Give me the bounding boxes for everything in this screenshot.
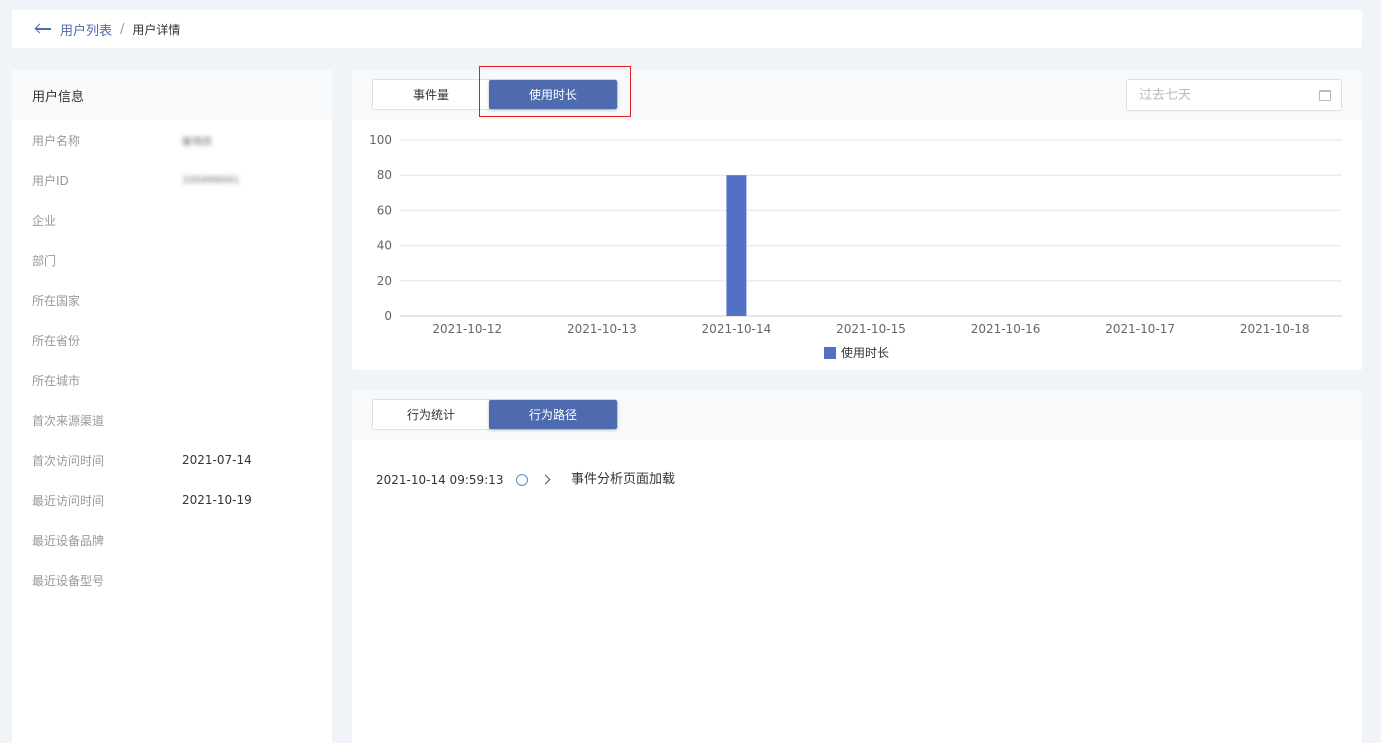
timeline-dot-icon — [516, 473, 528, 486]
user-info-label: 部门 — [32, 253, 57, 268]
breadcrumb-current: 用户详情 — [132, 22, 181, 37]
behavior-card-header: 行为统计 行为路径 — [352, 390, 1362, 440]
path-item: 2021-10-14 09:59:13 事件分析页面加载 — [376, 470, 675, 489]
tab-event-count[interactable]: 事件量 — [373, 80, 489, 109]
tab-behavior-stats[interactable]: 行为统计 — [373, 400, 489, 429]
chart-card: 事件量 使用时长 0 20 40 60 80 100 2021-10-12 2021-10-1… — [352, 70, 1362, 370]
user-info-label: 用户名称 — [32, 133, 81, 148]
date-range-input[interactable] — [1139, 87, 1309, 103]
user-info-row: 用户ID 105499041 — [12, 160, 332, 200]
breadcrumb-separator: / — [120, 21, 125, 37]
calendar-icon[interactable] — [1319, 90, 1331, 101]
user-info-value: 2021-10-19 — [182, 493, 252, 507]
legend-label: 使用时长 — [841, 345, 889, 360]
date-range-picker[interactable] — [1126, 79, 1342, 111]
user-info-value: 105499041 — [182, 174, 240, 186]
user-info-panel: 用户信息 用户名称 崔伟庆用户ID 105499041 企业部门所在国家所在省份所在城… — [12, 70, 332, 743]
path-item-time: 2021-10-14 09:59:13 — [376, 472, 504, 487]
x-tick-label: 2021-10-17 — [1105, 322, 1175, 336]
user-info-label: 企业 — [32, 213, 57, 228]
user-info-row: 最近设备品牌 — [12, 520, 332, 560]
y-tick-label: 20 — [377, 274, 392, 288]
user-info-label: 所在省份 — [32, 333, 81, 348]
user-info-row: 用户名称 崔伟庆 — [12, 120, 332, 160]
tab-behavior-path[interactable]: 行为路径 — [489, 400, 617, 429]
y-tick-label: 100 — [369, 133, 392, 147]
user-info-list: 用户名称 崔伟庆用户ID 105499041 企业部门所在国家所在省份所在城市首次来源… — [12, 120, 332, 600]
behavior-view-toggle: 行为统计 行为路径 — [372, 399, 618, 430]
user-info-row: 所在省份 — [12, 320, 332, 360]
y-tick-label: 60 — [377, 203, 392, 217]
chart-metric-toggle: 事件量 使用时长 — [372, 79, 618, 110]
user-info-value: 崔伟庆 — [182, 136, 212, 148]
user-info-row: 最近设备型号 — [12, 560, 332, 600]
behavior-card: 行为统计 行为路径 2021-10-14 09:59:13 事件分析页面加载 — [352, 390, 1362, 743]
y-tick-label: 80 — [377, 168, 392, 182]
user-info-label: 首次访问时间 — [32, 453, 105, 468]
x-tick-label: 2021-10-12 — [432, 322, 502, 336]
y-tick-label: 0 — [384, 309, 392, 323]
user-info-label: 最近设备型号 — [32, 573, 105, 588]
back-arrow-icon[interactable] — [34, 22, 52, 36]
tab-usage-duration[interactable]: 使用时长 — [489, 80, 617, 109]
user-info-label: 最近访问时间 — [32, 493, 105, 508]
breadcrumb-bar: 用户列表 / 用户详情 — [12, 10, 1362, 48]
user-info-row: 首次来源渠道 — [12, 400, 332, 440]
user-info-label: 所在国家 — [32, 293, 81, 308]
path-item-event: 事件分析页面加载 — [571, 472, 676, 487]
bar — [726, 175, 747, 316]
breadcrumb-user-list-link[interactable]: 用户列表 — [60, 20, 112, 39]
user-info-title: 用户信息 — [12, 70, 332, 120]
user-info-row: 所在国家 — [12, 280, 332, 320]
user-info-row: 首次访问时间 2021-07-14 — [12, 440, 332, 480]
user-info-value: 2021-07-14 — [182, 453, 252, 467]
legend-swatch — [824, 347, 836, 359]
chart-card-header: 事件量 使用时长 — [352, 70, 1362, 120]
y-tick-label: 40 — [377, 239, 392, 253]
usage-duration-chart: 0 20 40 60 80 100 2021-10-12 2021-10-13 2021-10-… — [369, 133, 1342, 360]
x-tick-label: 2021-10-15 — [836, 322, 906, 336]
user-info-label: 所在城市 — [32, 373, 81, 388]
user-info-row: 最近访问时间 2021-10-19 — [12, 480, 332, 520]
x-tick-label: 2021-10-14 — [702, 322, 772, 336]
user-info-label: 最近设备品牌 — [32, 533, 105, 548]
user-info-row: 所在城市 — [12, 360, 332, 400]
x-tick-label: 2021-10-16 — [971, 322, 1041, 336]
x-tick-label: 2021-10-13 — [567, 322, 637, 336]
user-info-row: 企业 — [12, 200, 332, 240]
user-info-row: 部门 — [12, 240, 332, 280]
chevron-right-icon[interactable] — [540, 474, 551, 485]
x-tick-label: 2021-10-18 — [1240, 322, 1310, 336]
user-info-label: 首次来源渠道 — [32, 413, 105, 428]
user-info-label: 用户ID — [32, 173, 69, 188]
